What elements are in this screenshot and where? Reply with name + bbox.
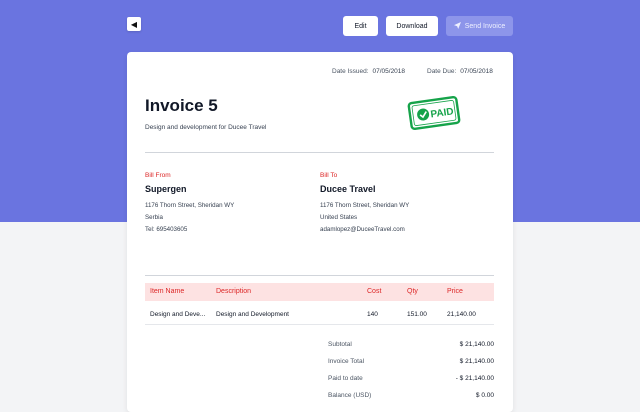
paid-to-date-label: Paid to date bbox=[328, 375, 363, 382]
cell-item-name: Design and Deve... bbox=[150, 311, 206, 318]
subtotal-label: Subtotal bbox=[328, 341, 352, 348]
bill-to-country: United States bbox=[320, 214, 358, 221]
invoice-total-label: Invoice Total bbox=[328, 358, 365, 365]
bill-from-country: Serbia bbox=[145, 214, 163, 221]
balance-value: $ 0.00 bbox=[475, 392, 494, 399]
balance-label: Balance (USD) bbox=[328, 392, 372, 399]
paid-stamp: PAID bbox=[406, 95, 462, 132]
invoice-total-value: $ 21,140.00 bbox=[459, 358, 494, 365]
divider-middle bbox=[145, 275, 494, 276]
cell-qty: 151.00 bbox=[407, 311, 427, 318]
send-invoice-label: Send Invoice bbox=[464, 22, 506, 30]
date-issued-label: Date Issued: bbox=[332, 68, 369, 75]
send-invoice-button[interactable]: Send Invoice bbox=[446, 16, 513, 36]
back-button[interactable]: ◀ bbox=[127, 17, 141, 31]
paid-to-date-value: - $ 21,140.00 bbox=[455, 375, 494, 382]
items-table-header: Item Name Description Cost Qty Price bbox=[145, 283, 494, 301]
bill-from-contact: Tel: 695403605 bbox=[145, 226, 188, 233]
bill-from-address: 1176 Thorn Street, Sheridan WY bbox=[145, 202, 235, 209]
invoice-subtitle: Design and development for Ducee Travel bbox=[145, 124, 267, 131]
bill-to-label: Bill To bbox=[320, 172, 338, 179]
row-divider bbox=[145, 324, 494, 325]
th-cost: Cost bbox=[367, 288, 382, 295]
bill-from-label: Bill From bbox=[145, 172, 171, 179]
divider-top bbox=[145, 152, 494, 153]
cell-price: 21,140.00 bbox=[447, 311, 476, 318]
subtotal-value: $ 21,140.00 bbox=[459, 341, 494, 348]
cell-description: Design and Development bbox=[216, 311, 289, 318]
download-button[interactable]: Download bbox=[386, 16, 438, 36]
date-issued-value: 07/05/2018 bbox=[372, 68, 406, 75]
th-item-name: Item Name bbox=[150, 288, 185, 295]
date-issued: Date Issued: 07/05/2018 bbox=[332, 68, 405, 75]
th-price: Price bbox=[447, 288, 463, 295]
chevron-left-icon: ◀ bbox=[130, 19, 138, 29]
cell-cost: 140 bbox=[367, 311, 378, 318]
paper-plane-icon bbox=[453, 21, 461, 31]
bill-to-address: 1176 Thorn Street, Sheridan WY bbox=[320, 202, 410, 209]
bill-to-email: adamlopez@DuceeTravel.com bbox=[320, 226, 405, 233]
th-qty: Qty bbox=[407, 288, 418, 295]
edit-button[interactable]: Edit bbox=[343, 16, 378, 36]
th-description: Description bbox=[216, 288, 252, 295]
bill-from-name: Supergen bbox=[145, 184, 187, 194]
stamp-text: PAID bbox=[430, 106, 454, 120]
invoice-title: Invoice 5 bbox=[145, 96, 218, 115]
date-due-label: Date Due: bbox=[427, 68, 457, 75]
date-due: Date Due: 07/05/2018 bbox=[427, 68, 493, 75]
invoice-card: Date Issued: 07/05/2018 Date Due: 07/05/20… bbox=[127, 52, 513, 412]
bill-to-name: Ducee Travel bbox=[320, 184, 376, 194]
date-due-value: 07/05/2018 bbox=[460, 68, 493, 75]
